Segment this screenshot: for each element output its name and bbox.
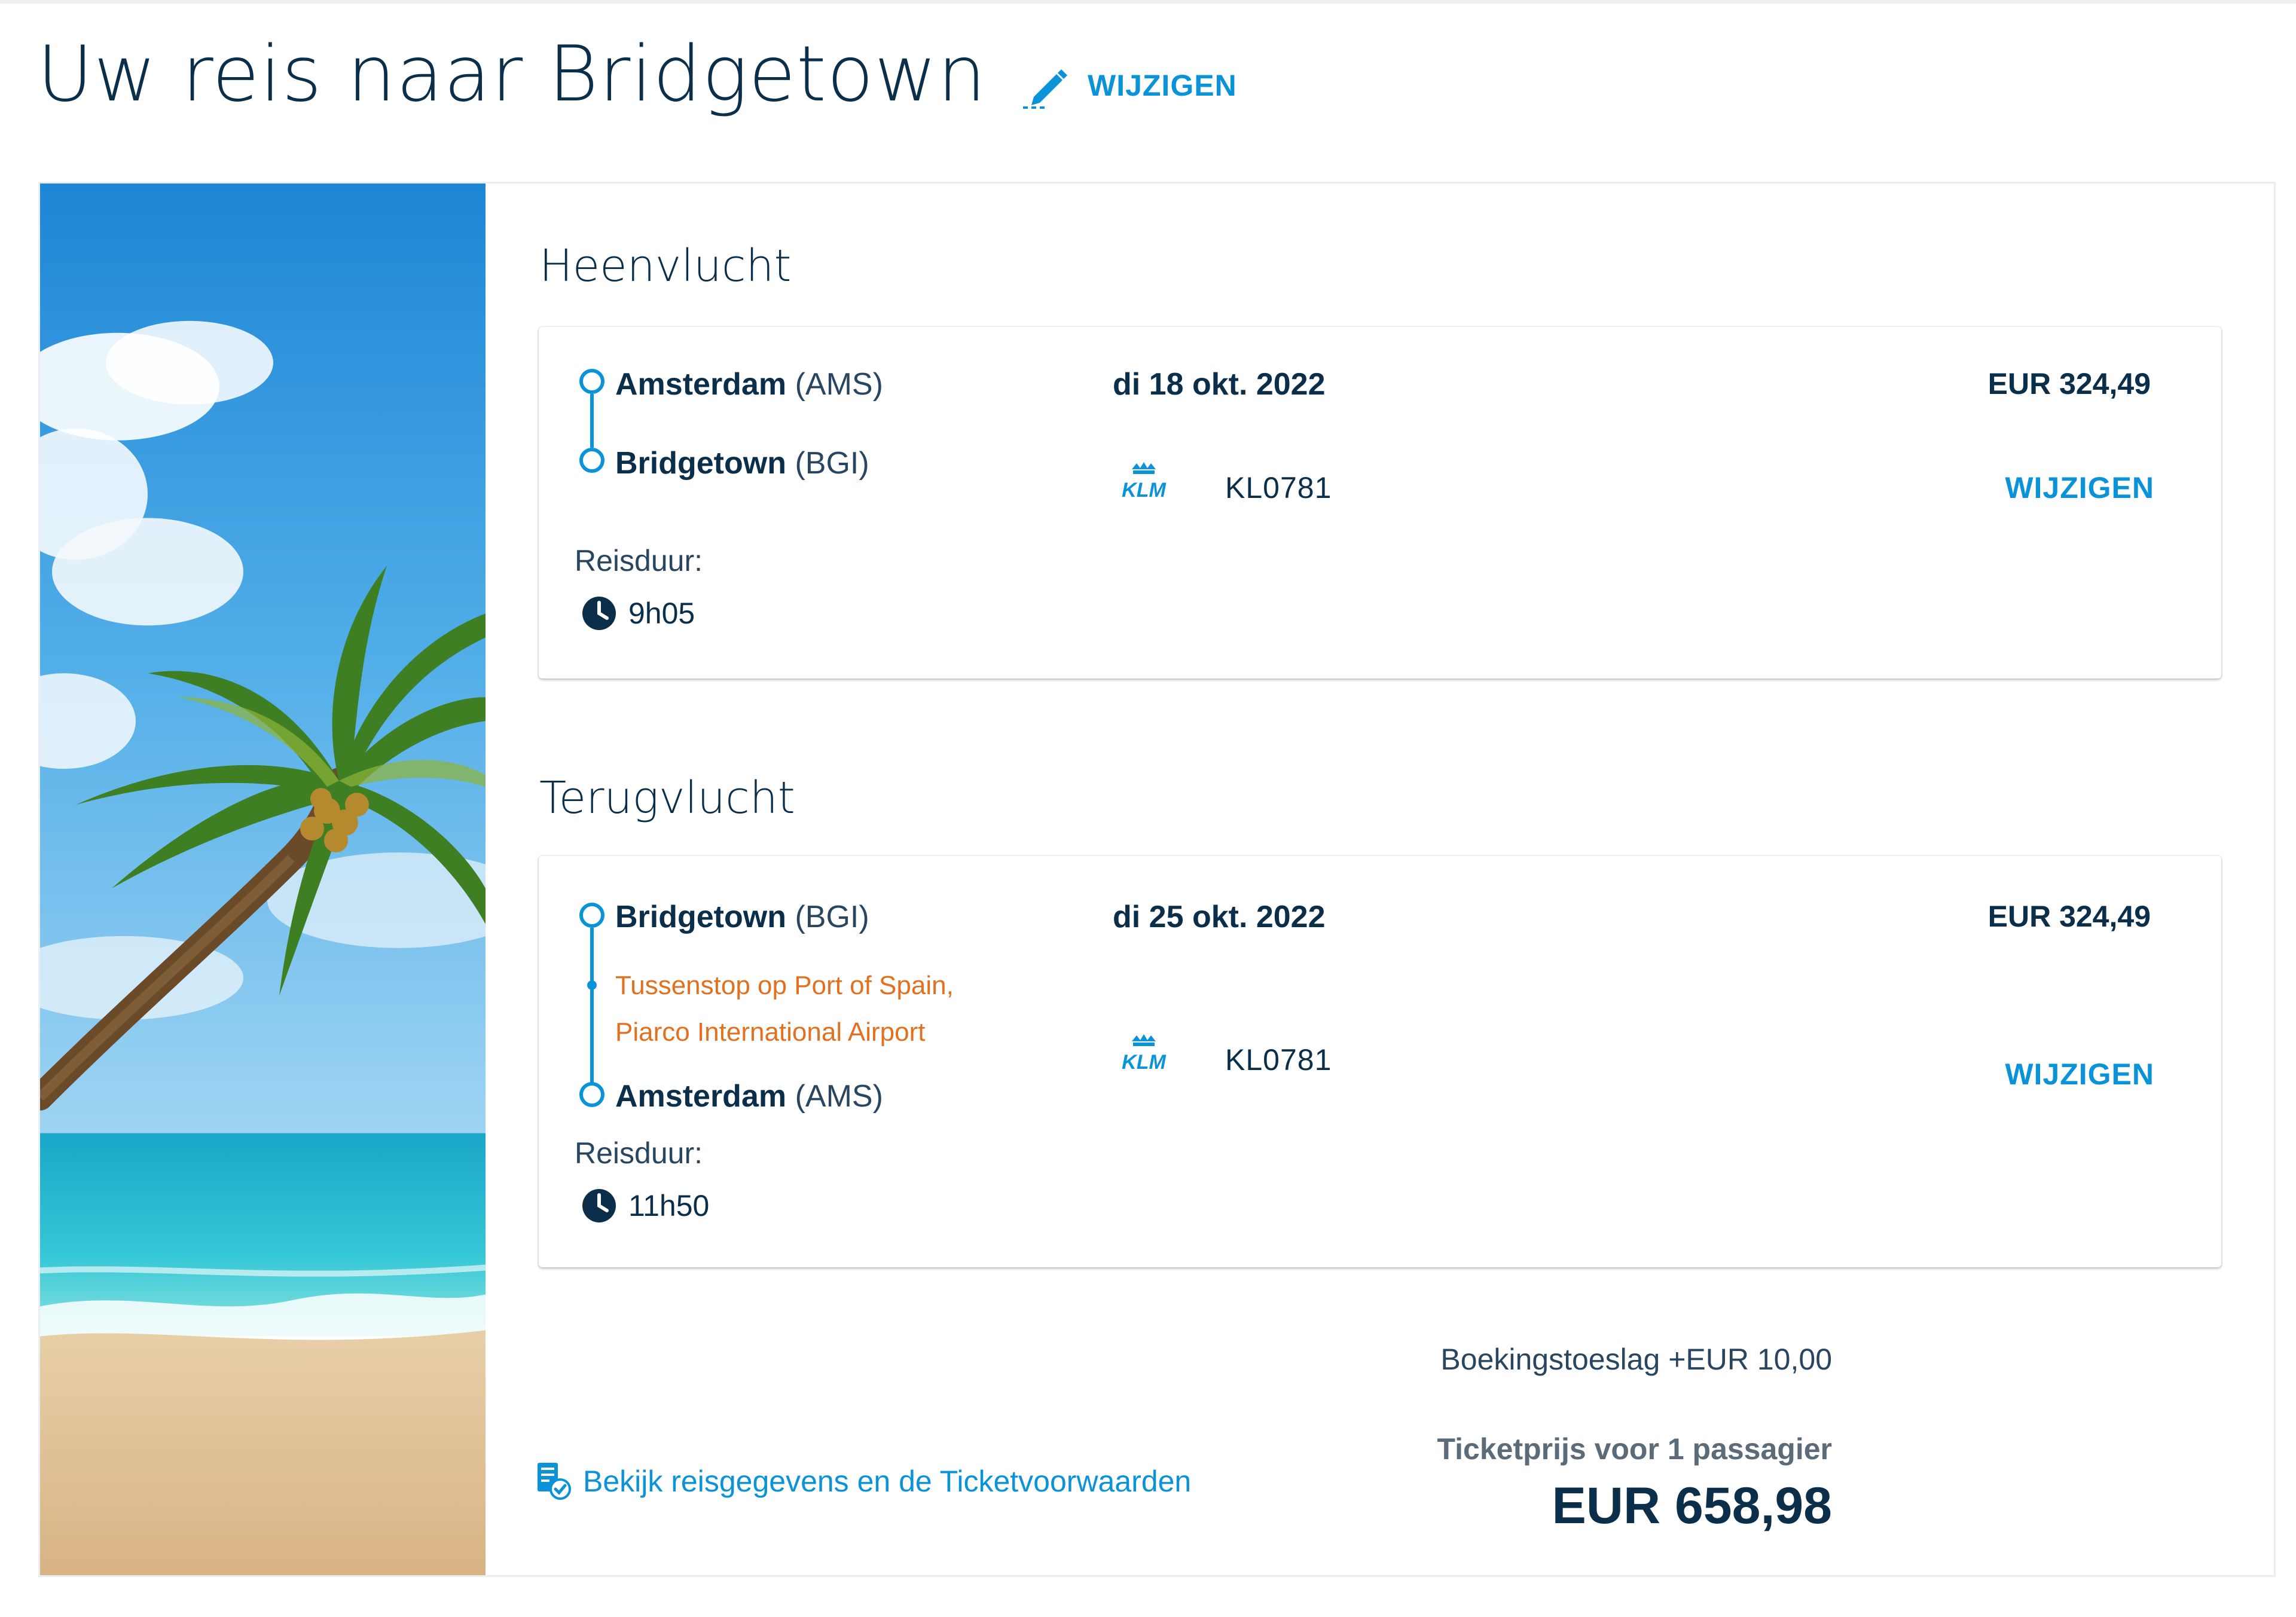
booking-fee: Boekingstoeslag +EUR 10,00	[1440, 1343, 1832, 1376]
flight-number: KL0781	[1225, 471, 1332, 505]
origin-code: (BGI)	[795, 900, 869, 934]
svg-text:KLM: KLM	[1122, 1051, 1166, 1074]
edit-outbound-button[interactable]: WIJZIGEN	[2005, 470, 2154, 505]
page-title: Uw reis naar Bridgetown	[37, 30, 987, 119]
edit-inbound-button[interactable]: WIJZIGEN	[2005, 1057, 2154, 1092]
trip-panel: Heenvlucht Amsterdam (AMS) Bridgetown (B…	[38, 182, 2276, 1577]
total-price: EUR 658,98	[1552, 1477, 1832, 1535]
pencil-icon	[1023, 69, 1067, 109]
origin-code: (AMS)	[795, 367, 883, 402]
route-line	[590, 928, 594, 1083]
duration-label: Reisduur:	[575, 544, 703, 577]
klm-logo: KLM	[1113, 461, 1175, 506]
flight-number: KL0781	[1225, 1043, 1332, 1077]
flight-duration: 9h05	[628, 597, 695, 630]
destination-airport: Bridgetown (BGI)	[615, 445, 869, 481]
destination-marker	[579, 1082, 604, 1107]
destination-airport: Amsterdam (AMS)	[615, 1078, 883, 1114]
stopover-info: Tussenstop op Port of Spain, Piarco Inte…	[615, 962, 954, 1056]
origin-city: Amsterdam	[615, 367, 787, 402]
destination-marker	[579, 448, 604, 473]
svg-text:KLM: KLM	[1122, 479, 1166, 502]
origin-marker	[579, 369, 604, 394]
origin-marker	[579, 903, 604, 928]
stopover-marker	[587, 980, 597, 990]
flight-date: di 18 okt. 2022	[1113, 367, 1326, 402]
flight-price: EUR 324,49	[1987, 367, 2151, 401]
stopover-line-1: Tussenstop op Port of Spain,	[615, 971, 954, 1000]
clock-icon	[582, 1188, 616, 1223]
inbound-section-title: Terugvlucht	[539, 772, 795, 824]
outbound-flight-card: Amsterdam (AMS) Bridgetown (BGI) di 18 o…	[539, 327, 2221, 678]
edit-trip-button[interactable]: WIJZIGEN	[1019, 59, 1237, 112]
stopover-line-2: Piarco International Airport	[615, 1017, 926, 1047]
duration-label: Reisduur:	[575, 1136, 703, 1170]
ticket-price-label: Ticketprijs voor 1 passagier	[1437, 1432, 1833, 1466]
beach-palm-image	[40, 184, 486, 1575]
inbound-flight-card: Bridgetown (BGI) Tussenstop op Port of S…	[539, 856, 2221, 1267]
destination-code: (AMS)	[795, 1079, 883, 1114]
origin-city: Bridgetown	[615, 900, 786, 934]
flight-price: EUR 324,49	[1987, 900, 2151, 933]
flight-date: di 25 okt. 2022	[1113, 900, 1326, 934]
destination-city: Bridgetown	[615, 446, 786, 481]
route-line	[590, 394, 594, 448]
top-divider	[0, 0, 2296, 4]
edit-trip-label: WIJZIGEN	[1088, 69, 1237, 102]
clock-icon	[582, 596, 616, 631]
ticket-conditions-link[interactable]: Bekijk reisgegevens en de Ticketvoorwaar…	[536, 1462, 1191, 1501]
destination-code: (BGI)	[795, 446, 869, 481]
origin-airport: Amsterdam (AMS)	[615, 366, 883, 402]
destination-city: Amsterdam	[615, 1079, 787, 1114]
flight-duration: 11h50	[628, 1189, 710, 1222]
outbound-section-title: Heenvlucht	[539, 240, 792, 292]
klm-logo: KLM	[1113, 1033, 1175, 1078]
ticket-conditions-label: Bekijk reisgegevens en de Ticketvoorwaar…	[583, 1465, 1192, 1498]
document-check-icon	[538, 1463, 571, 1500]
origin-airport: Bridgetown (BGI)	[615, 899, 869, 935]
